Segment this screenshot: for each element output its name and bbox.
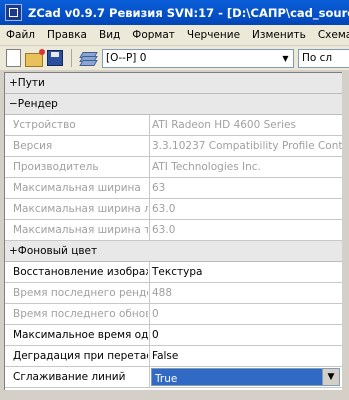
linetype-select[interactable]: По сл xyxy=(298,48,349,68)
property-value[interactable]: Текстура xyxy=(149,262,342,282)
property-name: Версия xyxy=(13,140,53,152)
toolbar: [О--Р] 0 ▼ По сл xyxy=(0,46,349,70)
property-row[interactable]: Деградация при перетаск False xyxy=(5,346,342,367)
property-value: 63.0 xyxy=(149,220,342,240)
property-value: 63 xyxy=(149,178,342,198)
layer-select-value: [О--Р] 0 xyxy=(106,52,147,64)
property-inspector: +Пути −Рендер Устройство ATI Radeon HD 4… xyxy=(4,72,343,392)
property-row[interactable]: Максимальное время одно 0 xyxy=(5,325,342,346)
property-row: Устройство ATI Radeon HD 4600 Series xyxy=(5,115,342,136)
property-row: Производитель ATI Technologies Inc. xyxy=(5,157,342,178)
property-name: Устройство xyxy=(13,119,76,131)
property-name: Сглаживание линий xyxy=(13,371,126,383)
open-file-icon[interactable] xyxy=(25,49,45,67)
property-row: Версия 3.3.10237 Compatibility Profile C… xyxy=(5,136,342,157)
group-background-color[interactable]: +Фоновый цвет xyxy=(5,241,342,262)
property-value: 3.3.10237 Compatibility Profile Context xyxy=(149,136,342,156)
linetype-select-value: По сл xyxy=(302,52,333,64)
chevron-down-icon[interactable]: ▼ xyxy=(278,50,293,67)
property-value: 0 xyxy=(149,304,342,324)
property-name: Максимальная ширина xyxy=(13,182,141,194)
property-value[interactable]: False xyxy=(149,346,342,366)
group-render[interactable]: −Рендер xyxy=(5,94,342,115)
layer-select[interactable]: [О--Р] 0 ▼ xyxy=(102,48,294,68)
menu-format[interactable]: Формат xyxy=(126,29,181,41)
app-icon xyxy=(5,4,22,21)
property-name: Производитель xyxy=(13,161,99,173)
menu-bar: Файл Правка Вид Формат Черчение Изменить… xyxy=(0,25,349,45)
toolbar-separator xyxy=(71,49,72,67)
property-value: ATI Technologies Inc. xyxy=(149,157,342,177)
property-name: Деградация при перетаск xyxy=(13,350,148,362)
menu-draw[interactable]: Черчение xyxy=(181,29,246,41)
window-edge xyxy=(342,72,349,390)
property-name: Время последнего обновл xyxy=(13,308,148,320)
new-file-icon[interactable] xyxy=(6,49,21,67)
property-value: 63.0 xyxy=(149,199,342,219)
property-row-selected[interactable]: Сглаживание линий True ▼ xyxy=(5,367,342,388)
property-row: Время последнего рендер 488 xyxy=(5,283,342,304)
group-paths[interactable]: +Пути xyxy=(5,73,342,94)
window-title: ZCad v0.9.7 Ревизия SVN:17 - [D:\САПР\ca… xyxy=(28,5,349,20)
line-smoothing-select[interactable]: True ▼ xyxy=(151,368,340,386)
chevron-down-icon[interactable]: ▼ xyxy=(322,369,339,385)
property-name: Максимальное время одно xyxy=(13,329,148,341)
window-bottom-edge xyxy=(0,390,349,400)
property-value-editor[interactable]: True ▼ xyxy=(149,367,342,387)
menu-modify[interactable]: Изменить xyxy=(246,29,312,41)
property-value: 488 xyxy=(149,283,342,303)
property-name: Время последнего рендер xyxy=(13,287,148,299)
property-value: ATI Radeon HD 4600 Series xyxy=(149,115,342,135)
property-name: Восстановление изображе xyxy=(13,266,148,278)
save-icon[interactable] xyxy=(47,50,63,66)
title-bar: ZCad v0.9.7 Ревизия SVN:17 - [D:\САПР\ca… xyxy=(0,0,349,25)
property-value[interactable]: 0 xyxy=(149,325,342,345)
menu-view[interactable]: Вид xyxy=(93,29,126,41)
property-row: Максимальная ширина то 63.0 xyxy=(5,220,342,241)
menu-scheme[interactable]: Схема xyxy=(312,29,349,41)
property-row[interactable]: Восстановление изображе Текстура xyxy=(5,262,342,283)
property-row: Максимальная ширина ли 63.0 xyxy=(5,199,342,220)
property-row: Максимальная ширина 63 xyxy=(5,178,342,199)
property-name: Максимальная ширина ли xyxy=(13,203,148,215)
line-smoothing-value: True xyxy=(155,373,178,385)
menu-edit[interactable]: Правка xyxy=(41,29,93,41)
layers-icon[interactable] xyxy=(79,51,98,66)
property-row: Время последнего обновл 0 xyxy=(5,304,342,325)
property-name: Максимальная ширина то xyxy=(13,224,148,236)
menu-file[interactable]: Файл xyxy=(0,29,41,41)
